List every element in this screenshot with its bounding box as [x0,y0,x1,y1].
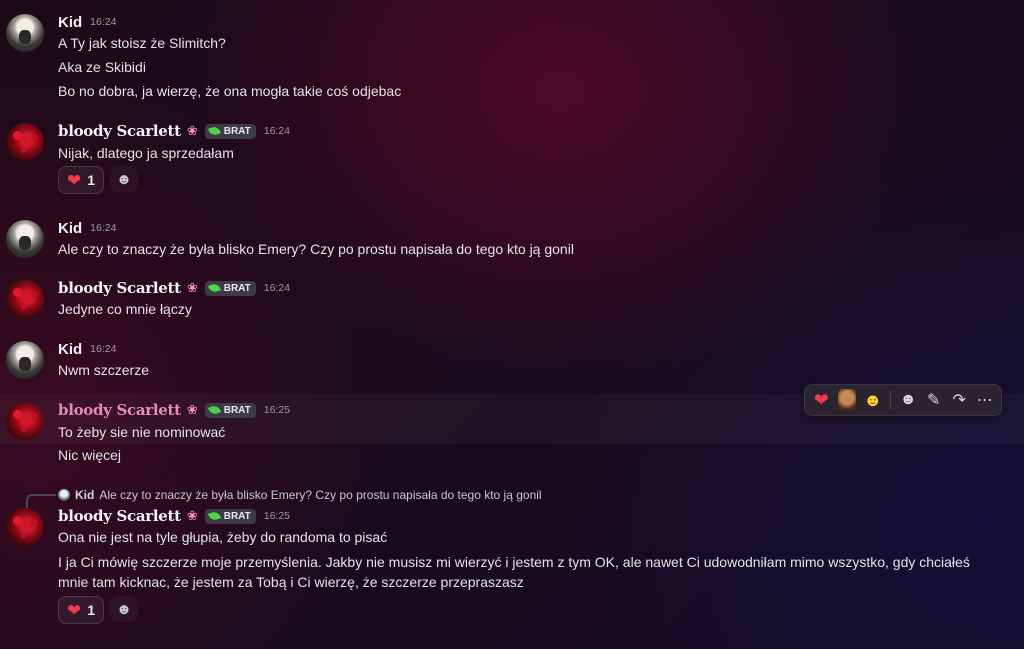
message-group: bloody Scarlett ❀ BRAT 16:24 Jedyne co m… [0,278,1024,324]
message-text: Ale czy to znaczy że była blisko Emery? … [58,241,574,257]
flower-icon: ❀ [186,280,198,295]
guild-tag-label: BRAT [223,404,251,416]
message-text: mnie tam kicknac, że jestem za Tobą i Ci… [58,574,524,590]
message-actions-toolbar: ❤ ☻ ☻ ✎ ↷ ⋯ [804,384,1002,416]
forward-icon: ↷ [952,392,966,409]
reactions: ❤ 1 ☻ [58,596,139,624]
forward-button[interactable]: ↷ [947,387,972,413]
message-group: Kid 16:24 Ale czy to znaczy że była blis… [0,218,1024,264]
more-button[interactable]: ⋯ [972,387,997,413]
leaf-icon [207,125,221,137]
username[interactable]: bloody Scarlett [58,122,181,140]
message-text: Nic więcej [58,447,122,463]
quick-react-starstruck[interactable]: ☻ [860,387,885,413]
reply-text[interactable]: Ale czy to znaczy że była blisko Emery? … [99,488,541,502]
message-text: Nijak, dlatego ja sprzedałam [58,145,234,161]
heart-icon: ❤ [813,389,829,410]
reply-preview[interactable]: Kid Ale czy to znaczy że była blisko Eme… [58,486,542,504]
reaction-heart[interactable]: ❤ 1 [58,596,105,624]
avatar[interactable] [6,508,44,546]
message-group: bloody Scarlett ❀ BRAT 16:25 Ona nie jes… [0,506,1024,626]
username[interactable]: Kid [58,341,82,358]
add-reaction-button[interactable]: ☻ [896,387,921,413]
timestamp[interactable]: 16:25 [264,404,290,416]
username[interactable]: bloody Scarlett [58,279,181,297]
avatar[interactable] [6,14,44,52]
guild-tag-label: BRAT [223,510,251,522]
message-header: Kid 16:24 [58,218,116,238]
avatar[interactable] [6,402,44,440]
guild-tag[interactable]: BRAT [204,123,256,139]
guild-tag[interactable]: BRAT [204,402,256,418]
reply-author[interactable]: Kid [75,488,94,502]
message-group: bloody Scarlett ❀ BRAT 16:24 Nijak, dlat… [0,121,1024,197]
message-text: Nwm szczerze [58,362,150,378]
username[interactable]: Kid [58,14,82,31]
leaf-icon [207,404,221,416]
avatar[interactable] [6,280,44,318]
message-text: I ja Ci mówię szczerze moje przemyślenia… [58,554,970,570]
guild-tag-label: BRAT [223,125,251,137]
timestamp[interactable]: 16:24 [90,222,116,234]
message-group: Kid 16:24 Nwm szczerze [0,339,1024,385]
message-header: Kid 16:24 [58,12,116,32]
username[interactable]: bloody Scarlett [58,401,181,419]
message-text: Ona nie jest na tyle głupia, żeby do ran… [58,529,388,545]
star-struck-icon: ☻ [863,389,883,410]
message-text: A Ty jak stoisz że Slimitch? [58,35,226,51]
message-text: To żeby sie nie nominować [58,424,226,440]
reaction-count: 1 [87,172,96,188]
heart-icon: ❤ [67,600,82,620]
pencil-icon: ✎ [926,392,941,409]
add-reaction-button[interactable]: ☻ [110,166,139,192]
smiley-icon: ☻ [899,391,917,408]
message-header: bloody Scarlett ❀ BRAT 16:24 [58,278,290,298]
timestamp[interactable]: 16:25 [264,510,290,522]
reactions: ❤ 1 ☻ [58,166,139,194]
toolbar-divider [889,391,891,409]
smiley-icon: ☻ [116,600,132,618]
quick-react-custom-emoji[interactable] [837,389,857,411]
leaf-icon [207,510,221,522]
timestamp[interactable]: 16:24 [90,16,116,28]
username[interactable]: Kid [58,220,82,237]
message-text: Aka ze Skibidi [58,59,146,75]
reply-avatar [58,489,70,501]
flower-icon: ❀ [186,508,198,523]
avatar[interactable] [6,341,44,379]
more-icon: ⋯ [976,392,993,409]
edit-button[interactable]: ✎ [921,387,946,413]
message-header: bloody Scarlett ❀ BRAT 16:25 [58,400,290,420]
message-group: Kid 16:24 A Ty jak stoisz że Slimitch? A… [0,12,1024,108]
username[interactable]: bloody Scarlett [58,507,181,525]
message-text: Bo no dobra, ja wierzę, że ona mogła tak… [58,83,402,99]
leaf-icon [207,282,221,294]
guild-tag[interactable]: BRAT [204,508,256,524]
heart-icon: ❤ [67,170,82,190]
smiley-icon: ☻ [116,170,132,188]
reaction-heart[interactable]: ❤ 1 [58,166,105,194]
timestamp[interactable]: 16:24 [264,282,290,294]
flower-icon: ❀ [186,402,198,417]
message-header: bloody Scarlett ❀ BRAT 16:25 [58,506,290,526]
message-header: Kid 16:24 [58,339,116,359]
avatar[interactable] [6,220,44,258]
guild-tag[interactable]: BRAT [204,280,256,296]
add-reaction-button[interactable]: ☻ [110,596,139,622]
quick-react-heart[interactable]: ❤ [809,387,834,413]
flower-icon: ❀ [186,123,198,138]
message-text: Jedyne co mnie łączy [58,301,192,317]
timestamp[interactable]: 16:24 [264,125,290,137]
reaction-count: 1 [87,602,96,618]
timestamp[interactable]: 16:24 [90,343,116,355]
avatar[interactable] [6,123,44,161]
guild-tag-label: BRAT [223,282,251,294]
message-header: bloody Scarlett ❀ BRAT 16:24 [58,121,290,141]
